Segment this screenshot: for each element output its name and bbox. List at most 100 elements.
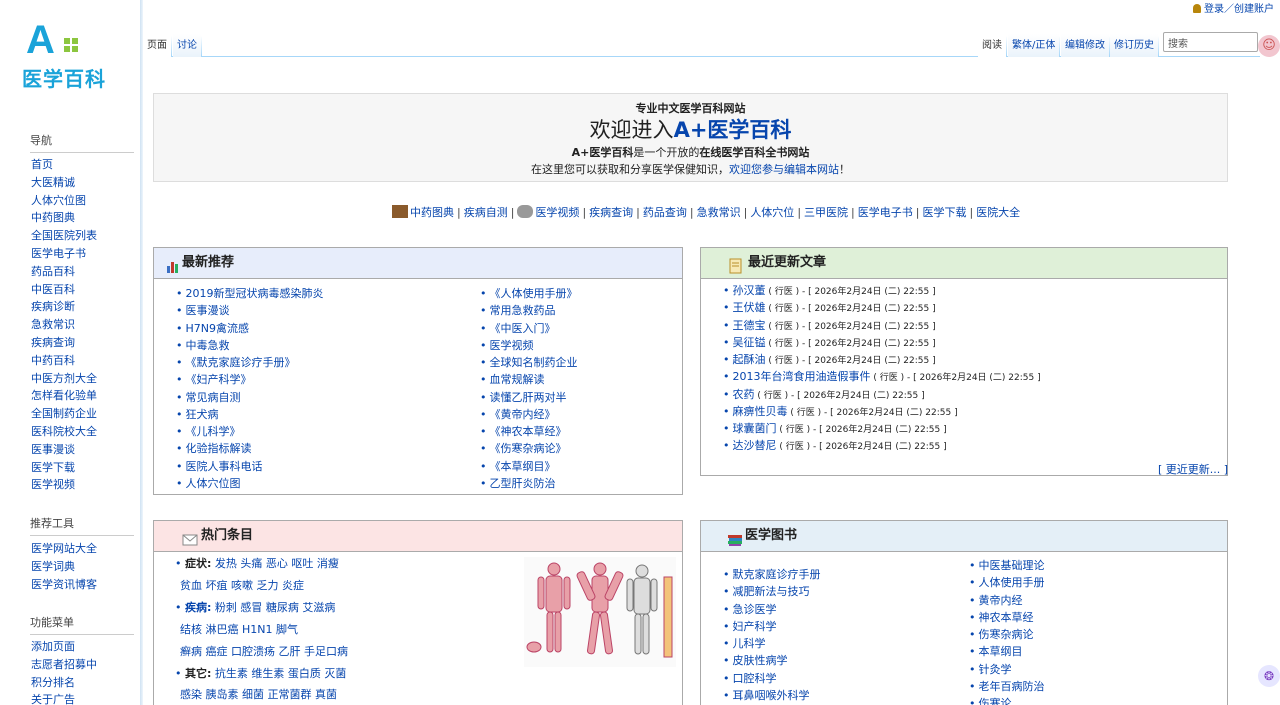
recent-user-link[interactable]: 行医 bbox=[786, 425, 804, 435]
book-item-link[interactable]: 本草纲目 bbox=[979, 645, 1023, 658]
book-item-link[interactable]: 老年百病防治 bbox=[979, 680, 1045, 693]
more-updates-link[interactable]: [ 更近更新... ] bbox=[1158, 461, 1228, 477]
recent-article-link[interactable]: 2013年台湾食用油造假事件 bbox=[733, 370, 871, 383]
latest-item-link[interactable]: 《妇产科学》 bbox=[186, 373, 252, 386]
recent-article-link[interactable]: 麻痹性贝毒 bbox=[733, 405, 788, 418]
latest-item-link[interactable]: 医事漫谈 bbox=[186, 304, 230, 317]
latest-item-link[interactable]: 《伤寒杂病论》 bbox=[490, 442, 567, 455]
quick-link[interactable]: 医院大全 bbox=[976, 206, 1020, 219]
nav-item-link[interactable]: 医科院校大全 bbox=[31, 425, 97, 438]
latest-item-link[interactable]: 《黄帝内经》 bbox=[490, 408, 556, 421]
nav-item-link[interactable]: 怎样看化验单 bbox=[31, 389, 97, 402]
latest-item-link[interactable]: 化验指标解读 bbox=[186, 442, 252, 455]
latest-item-link[interactable]: 常用急救药品 bbox=[490, 304, 556, 317]
book-item-link[interactable]: 减肥新法与技巧 bbox=[733, 585, 810, 598]
site-logo[interactable]: A 医学百科 bbox=[22, 18, 122, 92]
nav-item-link[interactable]: 急救常识 bbox=[31, 318, 75, 331]
nav-item-link[interactable]: 首页 bbox=[31, 158, 53, 171]
book-item-link[interactable]: 默克家庭诊疗手册 bbox=[733, 568, 821, 581]
nav-item-link[interactable]: 医学下载 bbox=[31, 461, 75, 474]
recent-user-link[interactable]: 行医 bbox=[786, 442, 804, 452]
nav-item-link[interactable]: 人体穴位图 bbox=[31, 194, 86, 207]
quick-link[interactable]: 中药图典 bbox=[410, 206, 454, 219]
func-item-link[interactable]: 积分排名 bbox=[31, 676, 75, 689]
quick-link[interactable]: 医学下载 bbox=[922, 206, 966, 219]
book-item-link[interactable]: 神农本草经 bbox=[979, 611, 1034, 624]
book-item-link[interactable]: 儿科学 bbox=[733, 637, 766, 650]
book-item-link[interactable]: 急诊医学 bbox=[733, 603, 777, 616]
latest-item-link[interactable]: H7N9禽流感 bbox=[186, 322, 250, 335]
recent-article-link[interactable]: 起酥油 bbox=[733, 353, 766, 366]
recent-user-link[interactable]: 行医 bbox=[775, 339, 793, 349]
nav-item-link[interactable]: 疾病诊断 bbox=[31, 300, 75, 313]
latest-item-link[interactable]: 全球知名制药企业 bbox=[490, 356, 578, 369]
tab-variant[interactable]: 繁体/正体 bbox=[1008, 34, 1060, 57]
accessibility-icon[interactable]: ☺ bbox=[1258, 35, 1280, 57]
recent-article-link[interactable]: 孙汉董 bbox=[733, 284, 766, 297]
book-item-link[interactable]: 口腔科学 bbox=[733, 672, 777, 685]
nav-item-link[interactable]: 中医方剂大全 bbox=[31, 372, 97, 385]
quick-link[interactable]: 药品查询 bbox=[643, 206, 687, 219]
recent-article-link[interactable]: 王伏雄 bbox=[733, 301, 766, 314]
latest-item-link[interactable]: 《中医入门》 bbox=[490, 322, 556, 335]
nav-item-link[interactable]: 中药百科 bbox=[31, 354, 75, 367]
nav-item-link[interactable]: 药品百科 bbox=[31, 265, 75, 278]
tab-history[interactable]: 修订历史 bbox=[1110, 34, 1158, 57]
nav-item-link[interactable]: 中药图典 bbox=[31, 211, 75, 224]
recent-article-link[interactable]: 吴征镒 bbox=[733, 336, 766, 349]
tab-read[interactable]: 阅读 bbox=[978, 34, 1006, 57]
nav-item-link[interactable]: 医事漫谈 bbox=[31, 443, 75, 456]
quick-link[interactable]: 医学电子书 bbox=[858, 206, 913, 219]
nav-item-link[interactable]: 疾病查询 bbox=[31, 336, 75, 349]
book-item-link[interactable]: 黄帝内经 bbox=[979, 594, 1023, 607]
tools-item-link[interactable]: 医学词典 bbox=[31, 560, 75, 573]
tab-talk[interactable]: 讨论 bbox=[173, 34, 201, 57]
latest-item-link[interactable]: 《儿科学》 bbox=[186, 425, 241, 438]
book-item-link[interactable]: 中医基础理论 bbox=[979, 559, 1045, 572]
latest-item-link[interactable]: 读懂乙肝两对半 bbox=[490, 391, 567, 404]
book-item-link[interactable]: 针灸学 bbox=[979, 663, 1012, 676]
quick-link[interactable]: 疾病自测 bbox=[464, 206, 508, 219]
book-item-link[interactable]: 皮肤性病学 bbox=[733, 654, 788, 667]
nav-item-link[interactable]: 大医精诚 bbox=[31, 176, 75, 189]
nav-item-link[interactable]: 医学电子书 bbox=[31, 247, 86, 260]
nav-item-link[interactable]: 医学视频 bbox=[31, 478, 75, 491]
latest-item-link[interactable]: 血常规解读 bbox=[490, 373, 545, 386]
edit-invite-link[interactable]: 欢迎您参与编辑本网站 bbox=[729, 163, 839, 176]
latest-item-link[interactable]: 狂犬病 bbox=[186, 408, 219, 421]
recent-user-link[interactable]: 行医 bbox=[775, 287, 793, 297]
quick-link[interactable]: 人体穴位 bbox=[750, 206, 794, 219]
quick-link[interactable]: 医学视频 bbox=[535, 206, 579, 219]
nav-item-link[interactable]: 全国制药企业 bbox=[31, 407, 97, 420]
recent-user-link[interactable]: 行医 bbox=[775, 304, 793, 314]
recent-user-link[interactable]: 行医 bbox=[775, 356, 793, 366]
func-item-link[interactable]: 志愿者招募中 bbox=[31, 658, 97, 671]
tools-item-link[interactable]: 医学网站大全 bbox=[31, 542, 97, 555]
tools-item-link[interactable]: 医学资讯博客 bbox=[31, 578, 97, 591]
book-item-link[interactable]: 人体使用手册 bbox=[979, 576, 1045, 589]
latest-item-link[interactable]: 乙型肝炎防治 bbox=[490, 477, 556, 490]
recent-article-link[interactable]: 农药 bbox=[733, 388, 755, 401]
quick-link[interactable]: 三甲医院 bbox=[804, 206, 848, 219]
nav-item-link[interactable]: 中医百科 bbox=[31, 283, 75, 296]
recent-article-link[interactable]: 达沙替尼 bbox=[733, 439, 777, 452]
recent-user-link[interactable]: 行医 bbox=[880, 373, 898, 383]
latest-item-link[interactable]: 《默克家庭诊疗手册》 bbox=[186, 356, 296, 369]
recent-article-link[interactable]: 球囊菌门 bbox=[733, 422, 777, 435]
quick-link[interactable]: 急救常识 bbox=[697, 206, 741, 219]
latest-item-link[interactable]: 医学视频 bbox=[490, 339, 534, 352]
recent-user-link[interactable]: 行医 bbox=[797, 408, 815, 418]
latest-item-link[interactable]: 医院人事科电话 bbox=[186, 460, 263, 473]
recent-article-link[interactable]: 王德宝 bbox=[733, 319, 766, 332]
quick-link[interactable]: 疾病查询 bbox=[589, 206, 633, 219]
latest-item-link[interactable]: 《人体使用手册》 bbox=[490, 287, 578, 300]
acupoint-figure-image[interactable] bbox=[524, 557, 676, 667]
latest-item-link[interactable]: 中毒急救 bbox=[186, 339, 230, 352]
recent-user-link[interactable]: 行医 bbox=[775, 322, 793, 332]
latest-item-link[interactable]: 人体穴位图 bbox=[186, 477, 241, 490]
search-input[interactable]: 搜索 bbox=[1163, 32, 1258, 52]
assistant-icon[interactable]: ❂ bbox=[1258, 665, 1280, 687]
latest-item-link[interactable]: 《神农本草经》 bbox=[490, 425, 567, 438]
latest-item-link[interactable]: 常见病自测 bbox=[186, 391, 241, 404]
book-item-link[interactable]: 伤寒论 bbox=[979, 697, 1012, 705]
